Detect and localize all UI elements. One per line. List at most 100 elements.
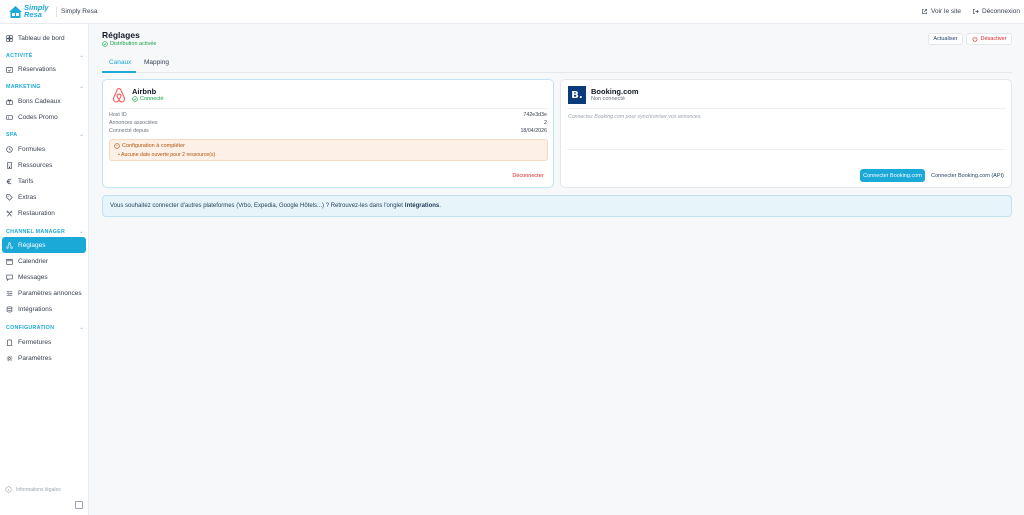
logout-icon — [973, 9, 979, 14]
airbnb-card: Airbnb Connecté Host ID 742e3d3e Annonce… — [102, 79, 554, 188]
info-icon — [5, 486, 12, 493]
integrations-link[interactable]: Intégrations — [405, 203, 439, 209]
gift-icon — [6, 98, 13, 105]
sidebar-item-settings-cm[interactable]: Réglages — [2, 237, 86, 253]
view-site-link[interactable]: Voir le site — [921, 8, 961, 15]
check-circle-icon — [102, 41, 108, 47]
sidebar-item-messages[interactable]: Messages — [2, 269, 86, 285]
section-marketing[interactable]: MARKETING ⌄ — [6, 84, 84, 90]
network-icon — [6, 241, 13, 249]
sidebar-item-label: Tarifs — [18, 177, 34, 185]
sidebar-item-label: Messages — [18, 273, 48, 281]
sidebar-item-listing-settings[interactable]: Paramètres annonces — [2, 285, 86, 301]
connect-booking-api-button[interactable]: Connecter Booking.com (API) — [930, 169, 1005, 182]
sidebar-item-extras[interactable]: Extras — [2, 189, 86, 205]
top-bar: Simply Resa Simply Resa Voir le site Déc… — [0, 0, 1024, 24]
tag-icon — [6, 193, 13, 201]
sidebar-item-rates[interactable]: Tarifs — [2, 173, 86, 189]
disable-button[interactable]: Désactiver — [966, 33, 1012, 45]
sidebar-item-promo-codes[interactable]: Codes Promo — [2, 109, 86, 125]
tab-channels[interactable]: Canaux — [109, 59, 131, 66]
external-link-icon — [922, 9, 927, 14]
connected-since-value: 18/04/2026 — [520, 128, 547, 134]
sidebar-item-settings[interactable]: Paramètres — [2, 350, 86, 366]
page-title: Réglages — [102, 30, 140, 40]
chevron-icon: ⌄ — [79, 325, 84, 331]
ticket-icon — [6, 114, 13, 120]
connected-since-label: Connecté depuis — [109, 128, 149, 134]
tab-mapping[interactable]: Mapping — [144, 59, 169, 66]
sidebar-item-label: Ressources — [18, 161, 53, 169]
sidebar-item-label: Restauration — [18, 209, 55, 217]
config-warning-box: Configuration à compléter • Aucune date … — [109, 139, 548, 161]
chat-icon — [6, 274, 13, 281]
power-icon — [972, 36, 977, 42]
alert-circle-icon — [114, 143, 120, 149]
airbnb-logo-icon — [112, 87, 126, 103]
sidebar-item-resources[interactable]: Ressources — [2, 157, 86, 173]
booking-card: B. Booking.com Non connecté Connectez Bo… — [560, 79, 1012, 188]
chevron-icon: ⌄ — [79, 53, 84, 59]
sidebar-item-label: Réglages — [18, 241, 46, 249]
sidebar-item-reservations[interactable]: Réservations — [2, 61, 86, 77]
brand-wordmark: Simply Resa — [24, 3, 49, 19]
booking-logo-icon: B. — [568, 86, 586, 104]
section-channel-manager[interactable]: CHANNEL MANAGER ⌄ — [6, 229, 84, 235]
view-site-label: Voir le site — [931, 8, 961, 15]
house-logo-icon — [9, 6, 22, 18]
airbnb-status: Connecté — [132, 96, 164, 102]
database-icon — [6, 306, 13, 312]
sidebar-item-label: Bons Cadeaux — [18, 97, 61, 105]
gear-icon — [6, 355, 13, 361]
calendar-icon — [6, 258, 13, 265]
linked-listings-value: 2 — [544, 120, 547, 126]
warning-item: • Aucune date ouverte pour 2 ressource(s… — [118, 152, 216, 158]
sidebar-item-dashboard[interactable]: Tableau de bord — [2, 30, 86, 46]
check-circle-icon — [132, 96, 138, 102]
booking-name: Booking.com — [591, 87, 639, 96]
collapse-sidebar-icon[interactable] — [75, 501, 83, 509]
sidebar-item-label: Réservations — [18, 65, 56, 73]
sidebar-item-label: Paramètres annonces — [18, 289, 82, 297]
airbnb-name: Airbnb — [132, 87, 157, 96]
section-spa[interactable]: SPA ⌄ — [6, 132, 84, 138]
booking-status: Non connecté — [591, 96, 625, 102]
linked-listings-label: Annonces associées — [109, 120, 158, 126]
chevron-icon: ⌄ — [79, 229, 84, 235]
disconnect-button[interactable]: Déconnecter — [507, 170, 549, 182]
sidebar-item-closures[interactable]: Fermetures — [2, 334, 86, 350]
sliders-icon — [6, 290, 13, 296]
chevron-icon: ⌄ — [79, 84, 84, 90]
calendar-check-icon — [6, 66, 13, 73]
sidebar-item-gift-cards[interactable]: Bons Cadeaux — [2, 93, 86, 109]
sidebar-item-label: Codes Promo — [18, 113, 58, 121]
banner-text: Vous souhaitez connecter d'autres platef… — [110, 203, 403, 209]
brand-logo[interactable]: Simply Resa — [8, 3, 54, 21]
section-configuration[interactable]: CONFIGURATION ⌄ — [6, 325, 84, 331]
section-activity[interactable]: ACTIVITÉ ⌄ — [6, 53, 84, 59]
sidebar-item-label: Formules — [18, 145, 46, 153]
sidebar-item-calendar[interactable]: Calendrier — [2, 253, 86, 269]
card-divider — [109, 108, 548, 109]
legal-info-link[interactable]: Informations légales — [5, 486, 61, 493]
refresh-button[interactable]: Actualiser — [928, 33, 963, 45]
card-divider — [567, 149, 1006, 150]
sidebar-item-formulas[interactable]: Formules — [2, 141, 86, 157]
door-icon — [6, 339, 13, 346]
sidebar-item-label: Paramètres — [18, 354, 52, 362]
active-tab-indicator — [102, 71, 136, 73]
tenant-name: Simply Resa — [61, 8, 98, 15]
sidebar-item-label: Extras — [18, 193, 37, 201]
sidebar-item-label: Fermetures — [18, 338, 52, 346]
sidebar-item-restaurant[interactable]: Restauration — [2, 205, 86, 221]
sidebar-item-label: Calendrier — [18, 257, 48, 265]
euro-icon — [6, 178, 12, 184]
connect-booking-button[interactable]: Connecter Booking.com — [860, 169, 925, 182]
tabs-divider — [102, 72, 1012, 73]
sidebar-item-integrations[interactable]: Intégrations — [2, 301, 86, 317]
sidebar-item-label: Tableau de bord — [18, 34, 65, 42]
sidebar: Tableau de bord ACTIVITÉ ⌄ Réservations M… — [0, 24, 89, 515]
logout-link[interactable]: Déconnexion — [972, 8, 1020, 15]
card-divider — [567, 108, 1006, 109]
grid-icon — [6, 34, 13, 42]
